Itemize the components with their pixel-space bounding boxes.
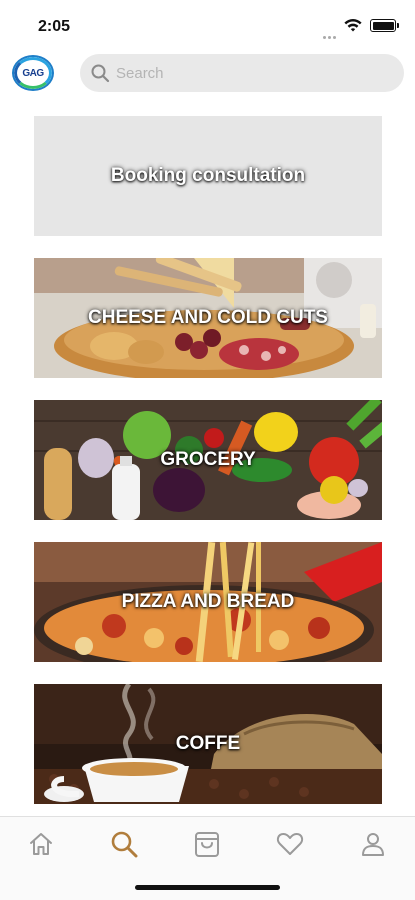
shopping-bag-icon bbox=[195, 832, 219, 857]
logo-text: GAG bbox=[22, 67, 44, 79]
category-label: GROCERY bbox=[160, 449, 256, 470]
home-indicator[interactable] bbox=[135, 885, 280, 890]
search-input[interactable] bbox=[116, 64, 386, 82]
wifi-icon bbox=[344, 19, 362, 32]
status-bar: 2:05 bbox=[0, 0, 415, 52]
search-icon bbox=[91, 64, 110, 83]
profile-icon bbox=[362, 833, 384, 856]
tab-search[interactable] bbox=[107, 827, 141, 861]
heart-icon bbox=[276, 833, 304, 855]
category-card-booking[interactable]: Booking consultation bbox=[34, 116, 382, 236]
search-bar[interactable] bbox=[80, 54, 404, 92]
brand-logo[interactable]: GAG bbox=[12, 55, 54, 91]
category-card-pizza[interactable]: PIZZA AND BREAD bbox=[34, 542, 382, 662]
category-list: Booking consultation CHEESE AND COLD CUT… bbox=[34, 116, 382, 826]
category-label: PIZZA AND BREAD bbox=[121, 591, 295, 612]
signal-dots-icon bbox=[323, 26, 339, 39]
category-label: CHEESE AND COLD CUTS bbox=[88, 307, 328, 328]
app-screen: 2:05 GAG Booking consultation bbox=[0, 0, 415, 900]
battery-icon bbox=[370, 19, 399, 32]
category-label: COFFE bbox=[175, 733, 241, 754]
category-card-cheese[interactable]: CHEESE AND COLD CUTS bbox=[34, 258, 382, 378]
tab-profile[interactable] bbox=[356, 827, 390, 861]
status-time: 2:05 bbox=[38, 18, 71, 35]
category-card-coffee[interactable]: COFFE bbox=[34, 684, 382, 804]
category-card-grocery[interactable]: GROCERY bbox=[34, 400, 382, 520]
home-icon bbox=[30, 833, 52, 855]
tab-favorites[interactable] bbox=[273, 827, 307, 861]
category-label: Booking consultation bbox=[110, 165, 306, 186]
tab-home[interactable] bbox=[24, 827, 58, 861]
header: GAG bbox=[0, 52, 415, 96]
search-icon bbox=[111, 831, 138, 858]
tab-cart[interactable] bbox=[190, 827, 224, 861]
